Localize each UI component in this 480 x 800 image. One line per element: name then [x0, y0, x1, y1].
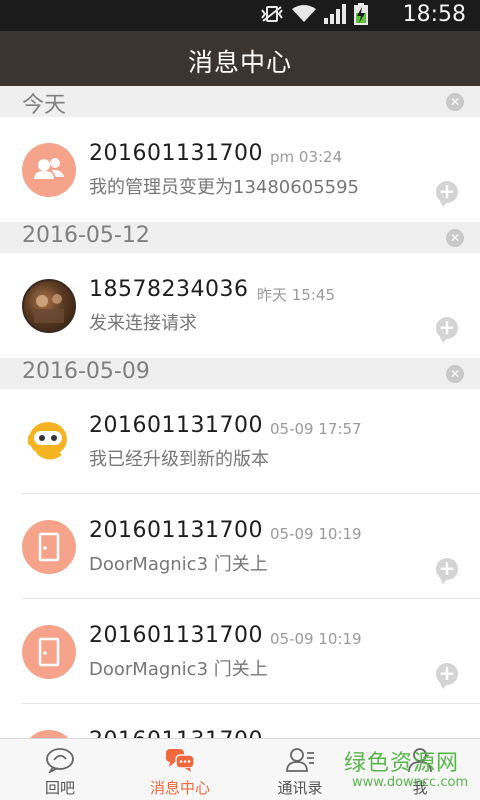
close-icon[interactable]: ✕ — [446, 365, 464, 383]
tab-message-center[interactable]: 消息中心 — [120, 739, 240, 800]
group-icon — [22, 143, 76, 197]
tab-label: 回吧 — [44, 779, 75, 797]
wifi-icon — [292, 5, 316, 27]
message-center-icon — [165, 747, 195, 773]
message-time: 05-09 17:57 — [270, 420, 362, 438]
watermark-text: 绿色资源网 — [344, 751, 460, 776]
section-header: 今天 ✕ — [0, 86, 480, 118]
sender-name: 201601131700 — [89, 728, 263, 738]
sender-name: 201601131700 — [89, 413, 263, 438]
message-preview: 我的管理员变更为13480605595 — [89, 177, 359, 198]
list-item[interactable]: 201601131700 05-09 10:19 DoorMagnic3 门关上… — [0, 494, 480, 599]
close-icon[interactable]: ✕ — [446, 229, 464, 247]
message-time: pm 03:24 — [270, 148, 343, 166]
status-time: 18:58 — [402, 2, 466, 27]
message-time: 05-09 10:19 — [270, 630, 362, 648]
message-time: 05-09 10:19 — [270, 525, 362, 543]
plus-icon[interactable]: + — [436, 181, 458, 207]
door-icon — [22, 520, 76, 574]
page-title: 消息中心 — [187, 48, 292, 77]
tab-label: 消息中心 — [149, 779, 210, 797]
close-icon[interactable]: ✕ — [446, 93, 464, 111]
sender-name: 201601131700 — [89, 141, 263, 166]
signal-icon — [324, 4, 346, 28]
status-bar: 18:58 — [0, 0, 480, 31]
message-time: 昨天 15:45 — [257, 286, 335, 304]
chat-bubble-icon — [45, 747, 75, 775]
watermark: 绿色资源网 www.downcc.com — [338, 745, 478, 797]
list-item[interactable]: 201601131700 — [0, 704, 480, 738]
sender-name: 201601131700 — [89, 518, 263, 543]
plus-icon[interactable]: + — [436, 317, 458, 343]
section-date: 2016-05-12 — [22, 223, 150, 248]
list-item[interactable]: 201601131700 pm 03:24 我的管理员变更为1348060559… — [0, 117, 480, 222]
door-icon — [22, 625, 76, 679]
section-date: 今天 — [22, 93, 67, 118]
list-item[interactable]: 201601131700 05-09 10:19 DoorMagnic3 门关上… — [0, 599, 480, 704]
message-preview: DoorMagnic3 门关上 — [89, 554, 268, 575]
plus-icon[interactable]: + — [436, 663, 458, 689]
message-preview: 我已经升级到新的版本 — [89, 449, 269, 470]
list-item[interactable]: 201601131700 05-09 17:57 我已经升级到新的版本 — [0, 389, 480, 494]
message-list[interactable]: 今天 ✕ 201601131700 pm 03:24 我的管理员变更为13480… — [0, 86, 480, 738]
contacts-icon — [285, 747, 315, 773]
avatar — [22, 279, 76, 333]
tab-huiba[interactable]: 回吧 — [0, 739, 120, 800]
message-preview: DoorMagnic3 门关上 — [89, 659, 268, 680]
battery-charging-icon — [354, 3, 368, 29]
robot-icon — [22, 415, 76, 469]
title-bar: 消息中心 — [0, 31, 480, 86]
section-date: 2016-05-09 — [22, 359, 150, 384]
section-header: 2016-05-12 ✕ — [0, 222, 480, 253]
mute-vibrate-icon — [260, 5, 284, 27]
section-header: 2016-05-09 ✕ — [0, 358, 480, 389]
message-preview: 发来连接请求 — [89, 313, 197, 334]
door-icon — [22, 730, 76, 738]
watermark-url: www.downcc.com — [352, 775, 469, 790]
sender-name: 18578234036 — [89, 277, 249, 302]
list-item[interactable]: 18578234036 昨天 15:45 发来连接请求 + — [0, 253, 480, 358]
sender-name: 201601131700 — [89, 623, 263, 648]
plus-icon[interactable]: + — [436, 558, 458, 584]
